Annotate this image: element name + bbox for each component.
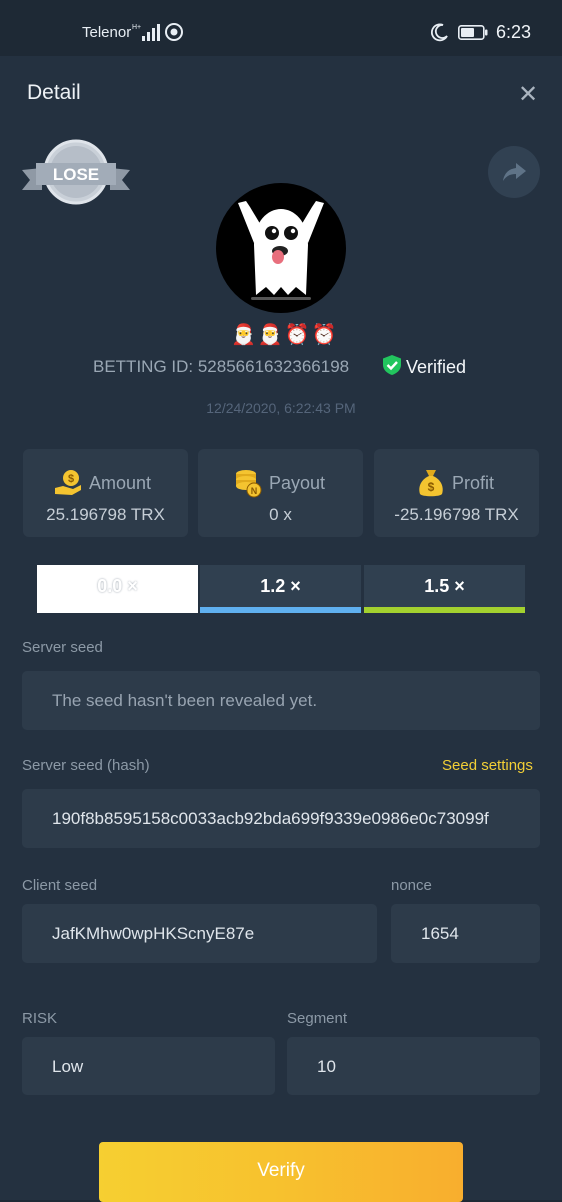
multiplier-tab-1[interactable]: 1.2 × xyxy=(200,565,361,613)
client-seed-label: Client seed xyxy=(22,877,98,894)
multiplier-tab-label: 1.5 × xyxy=(424,576,465,596)
svg-text:$: $ xyxy=(428,480,435,494)
segment-field[interactable]: 10 xyxy=(287,1037,540,1095)
do-not-disturb-icon xyxy=(430,23,448,42)
amount-card: $ Amount 25.196798 TRX xyxy=(23,449,188,537)
avatar xyxy=(216,183,346,313)
money-bag-icon: $ xyxy=(419,470,443,497)
profit-label: Profit xyxy=(452,473,495,493)
segment-label: Segment xyxy=(287,1010,348,1027)
server-seed-hash-value: 190f8b8595158c0033acb92bda699f9339e0986e… xyxy=(52,809,489,828)
risk-value: Low xyxy=(52,1057,84,1076)
clock: 6:23 xyxy=(496,22,532,42)
coin-hand-icon: $ xyxy=(55,470,81,495)
server-seed-field[interactable]: The seed hasn't been revealed yet. xyxy=(22,671,540,730)
page-title: Detail xyxy=(27,81,81,104)
risk-label: RISK xyxy=(22,1010,58,1027)
multiplier-tab-indicator xyxy=(200,607,361,613)
amount-label: Amount xyxy=(89,473,152,493)
status-bar: Telenor H+ 6:23 xyxy=(0,0,562,56)
lose-label: LOSE xyxy=(53,165,99,184)
nonce-label: nonce xyxy=(391,877,432,894)
payout-card: N Payout 0 x xyxy=(198,449,363,537)
multiplier-tab-2[interactable]: 1.5 × xyxy=(364,565,525,613)
multiplier-tab-0[interactable]: 0.0 × xyxy=(37,565,198,613)
carrier-name: Telenor xyxy=(82,24,132,41)
profit-value: -25.196798 TRX xyxy=(394,505,519,524)
app-notification-icon xyxy=(165,23,183,41)
svg-text:H+: H+ xyxy=(132,24,141,31)
client-seed-field[interactable]: JafKMhw0wpHKScnyE87e xyxy=(22,904,377,963)
bet-timestamp: 12/24/2020, 6:22:43 PM xyxy=(206,400,356,416)
svg-text:N: N xyxy=(251,486,258,496)
signal-icon: H+ xyxy=(132,24,160,41)
verify-button[interactable]: Verify xyxy=(99,1142,463,1202)
share-button[interactable] xyxy=(488,146,540,198)
share-icon xyxy=(503,163,526,181)
svg-text:$: $ xyxy=(68,473,74,485)
shield-check-icon xyxy=(383,355,401,375)
profit-card: $ Profit -25.196798 TRX xyxy=(374,449,539,537)
coin-stack-icon: N xyxy=(236,470,262,498)
nonce-field[interactable]: 1654 xyxy=(391,904,540,963)
risk-field[interactable]: Low xyxy=(22,1037,275,1095)
betting-id: BETTING ID: 5285661632366198 xyxy=(93,357,350,376)
server-seed-label: Server seed xyxy=(22,639,103,656)
payout-label: Payout xyxy=(269,473,326,493)
multiplier-tab-label: 1.2 × xyxy=(260,576,301,596)
server-seed-hash-label: Server seed (hash) xyxy=(22,757,150,774)
client-seed-value: JafKMhw0wpHKScnyE87e xyxy=(52,924,255,943)
multiplier-tab-indicator xyxy=(364,607,525,613)
lose-badge-icon: LOSE xyxy=(22,139,130,205)
multiplier-tab-label: 0.0 × xyxy=(97,576,138,596)
verified-label: Verified xyxy=(406,357,467,377)
segment-value: 10 xyxy=(317,1057,336,1076)
amount-value: 25.196798 TRX xyxy=(46,505,165,524)
payout-value: 0 x xyxy=(269,505,292,524)
server-seed-hash-field[interactable]: 190f8b8595158c0033acb92bda699f9339e0986e… xyxy=(22,789,540,848)
multiplier-tab-indicator xyxy=(37,607,198,613)
battery-icon xyxy=(458,25,488,40)
close-icon[interactable]: ✕ xyxy=(518,80,538,109)
nonce-value: 1654 xyxy=(421,924,459,943)
ghost-icon xyxy=(238,201,324,300)
seed-settings-link[interactable]: Seed settings xyxy=(442,757,533,774)
achievement-badges: 🎅🎅⏰⏰ xyxy=(231,324,339,346)
server-seed-value: The seed hasn't been revealed yet. xyxy=(52,691,318,710)
